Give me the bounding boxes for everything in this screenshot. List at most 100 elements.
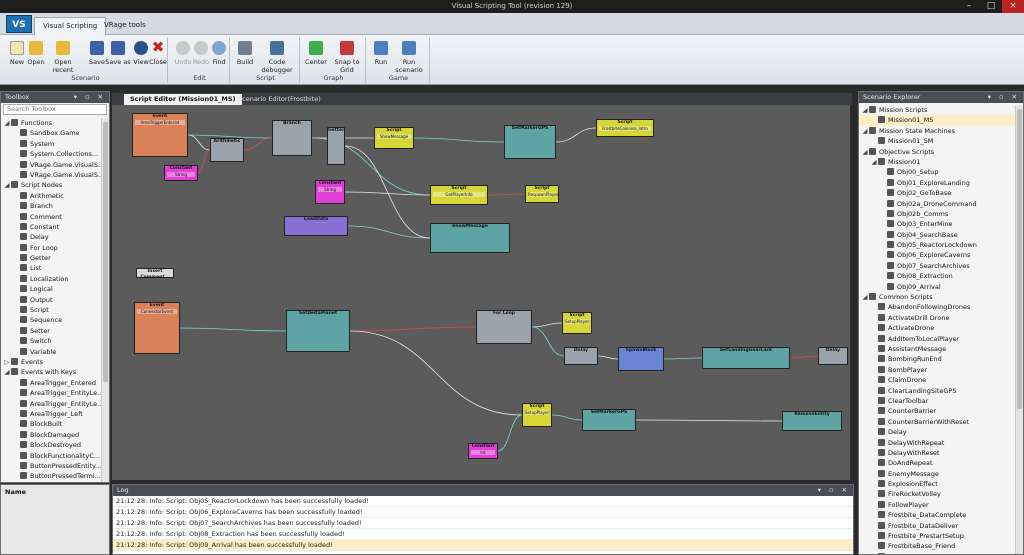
find-button[interactable]: Find — [208, 39, 230, 66]
graph-node[interactable]: Script RespawnPlayer — [525, 185, 559, 203]
tree-item[interactable]: AssistantMessage — [859, 344, 1015, 354]
tree-item[interactable]: VRage.Game.VisualS... — [1, 170, 101, 180]
center-button[interactable]: Center — [304, 39, 328, 66]
tree-item[interactable]: ◢ Mission01 — [859, 157, 1015, 167]
scrollbar-thumb[interactable] — [1017, 109, 1022, 409]
tree-item[interactable]: EnemyMessage — [859, 469, 1015, 479]
tree-item[interactable]: Script — [1, 305, 101, 315]
graph-node[interactable]: Delay — [818, 347, 848, 365]
tree-item[interactable]: Output — [1, 295, 101, 305]
graph-node[interactable]: Delay — [564, 347, 598, 365]
tree-item[interactable]: BlockDamaged — [1, 430, 101, 440]
graph-node[interactable]: LoadData — [284, 216, 348, 236]
explorer-panel-buttons[interactable]: ▾ ▫ ✕ — [988, 92, 1020, 103]
tree-item[interactable]: ◢ Script Nodes — [1, 180, 101, 190]
tree-item[interactable]: ◢ Functions — [1, 118, 101, 128]
tree-item[interactable]: Mission01_SM — [859, 136, 1015, 146]
tree-item[interactable]: ◢ Objective Scripts — [859, 147, 1015, 157]
tree-item[interactable]: ButtonPressedTermi... — [1, 471, 101, 481]
expander-icon[interactable]: ◢ — [3, 118, 11, 128]
tree-item[interactable]: AddItemToLocalPlayer — [859, 334, 1015, 344]
tree-item[interactable]: AreaTrigger_Left — [1, 409, 101, 419]
save-as-button[interactable]: Save as — [105, 39, 131, 66]
code-debugger-button[interactable]: Code debugger — [256, 39, 298, 74]
scrollbar-thumb[interactable] — [103, 122, 108, 382]
tree-item[interactable]: ClearToolbar — [859, 396, 1015, 406]
expander-icon[interactable]: ◢ — [861, 147, 869, 157]
tree-item[interactable]: BlockDestroyed — [1, 440, 101, 450]
tree-item[interactable]: For Loop — [1, 243, 101, 253]
tree-item[interactable]: ExplosionEffect — [859, 479, 1015, 489]
maximize-icon[interactable]: □ — [980, 0, 1002, 13]
tree-item[interactable]: AbandonFollowingDrones — [859, 302, 1015, 312]
graph-node[interactable]: SetDeltaPlanet — [286, 310, 350, 352]
build-button[interactable]: Build — [234, 39, 256, 66]
tree-item[interactable]: Obj03_EnterMine — [859, 219, 1015, 229]
tree-item[interactable]: BlockFunctionalityC... — [1, 451, 101, 461]
graph-node[interactable]: Getter — [327, 127, 345, 165]
tree-item[interactable]: BlockBuilt — [1, 419, 101, 429]
graph-node[interactable]: For Loop — [476, 310, 532, 344]
tree-item[interactable]: AreaTrigger_EntityLe... — [1, 388, 101, 398]
graph-node[interactable]: Insert Comment... — [136, 268, 174, 280]
tree-item[interactable]: ◢ Events with Keys — [1, 367, 101, 377]
close-window-icon[interactable]: × — [1002, 0, 1024, 13]
tab-script-editor[interactable]: Script Editor (Mission01_MS) — [124, 94, 242, 105]
tree-item[interactable]: Logical — [1, 284, 101, 294]
tree-item[interactable]: ◢ Common Scripts — [859, 292, 1015, 302]
graph-node[interactable]: SpawnBlock — [618, 347, 664, 371]
tree-item[interactable]: VRage.Game.VisualS... — [1, 160, 101, 170]
tree-item[interactable]: ButtonPressedEntity... — [1, 461, 101, 471]
tree-item[interactable]: Obj04_SearchBase — [859, 230, 1015, 240]
tree-item[interactable]: ActivateDrill Drone — [859, 313, 1015, 323]
app-logo[interactable]: VS — [6, 15, 32, 33]
tree-item[interactable]: AreaTrigger_EntityLe... — [1, 399, 101, 409]
minimize-icon[interactable]: – — [958, 0, 980, 13]
open-recent-button[interactable]: Open recent — [46, 39, 80, 74]
graph-node[interactable]: Arithmetic — [210, 138, 244, 162]
log-panel-buttons[interactable]: ▾ ▫ ✕ — [818, 485, 850, 496]
tab-scenario-editor[interactable]: Scenario Editor(Frostbite) — [232, 94, 327, 105]
tree-item[interactable]: Obj00_Setup — [859, 167, 1015, 177]
tree-item[interactable]: Obj09_Arrival — [859, 282, 1015, 292]
graph-node[interactable]: Script ShowMessage — [374, 127, 414, 149]
graph-node[interactable]: Script GetPlayerInfo — [430, 185, 488, 205]
expander-icon[interactable]: ◢ — [861, 105, 869, 115]
tree-item[interactable]: FrostbiteBase_Friend — [859, 541, 1015, 551]
tree-item[interactable]: AreaTrigger_Entered — [1, 378, 101, 388]
tree-item[interactable]: FireRocketVolley — [859, 489, 1015, 499]
expander-icon[interactable]: ◢ — [3, 367, 11, 377]
expander-icon[interactable]: ◢ — [861, 292, 869, 302]
tree-item[interactable]: BombPlayer — [859, 365, 1015, 375]
tree-item[interactable]: Obj05_ReactorLockdown — [859, 240, 1015, 250]
run-scenario-button[interactable]: Run scenario — [390, 39, 428, 74]
tree-item[interactable]: ClaimDrone — [859, 375, 1015, 385]
tree-item[interactable]: Comment — [1, 212, 101, 222]
graph-node[interactable]: Event ConnectorEvent — [134, 302, 180, 354]
tree-item[interactable]: CounterBarrier — [859, 406, 1015, 416]
tree-item[interactable]: BombingRunEnd — [859, 354, 1015, 364]
tree-item[interactable]: Frostbite_DataComplete — [859, 510, 1015, 520]
open-button[interactable]: Open — [25, 39, 47, 66]
tree-item[interactable]: Variable — [1, 347, 101, 357]
tree-item[interactable]: DelayWithRepeat — [859, 438, 1015, 448]
tree-item[interactable]: Arithmetic — [1, 191, 101, 201]
expander-icon[interactable]: ◢ — [3, 180, 11, 190]
close-button[interactable]: ✖ Close — [147, 39, 169, 67]
snap-to-grid-button[interactable]: Snap to Grid — [328, 39, 366, 74]
tree-item[interactable]: Constant — [1, 222, 101, 232]
graph-node[interactable]: Branch — [272, 120, 312, 156]
tree-item[interactable]: DoAndRepeat — [859, 458, 1015, 468]
graph-node[interactable]: RemoveEntity — [782, 411, 842, 431]
tree-item[interactable]: System — [1, 139, 101, 149]
graph-node[interactable]: ShowMessage — [430, 223, 510, 253]
tree-item[interactable]: Obj07_SearchArchives — [859, 261, 1015, 271]
tree-item[interactable]: Obj08_Extraction — [859, 271, 1015, 281]
tree-item[interactable]: Frostbite_PrestartSetup — [859, 531, 1015, 541]
tree-item[interactable]: Setter — [1, 326, 101, 336]
graph-canvas[interactable]: Event AreaTriggerEntered Constant String Ari… — [112, 105, 850, 480]
graph-node[interactable]: Constant String — [164, 165, 198, 181]
tree-item[interactable]: System.Collections... — [1, 149, 101, 159]
tree-item[interactable]: CounterBarrierWithReset — [859, 417, 1015, 427]
tree-item[interactable]: Getter — [1, 253, 101, 263]
